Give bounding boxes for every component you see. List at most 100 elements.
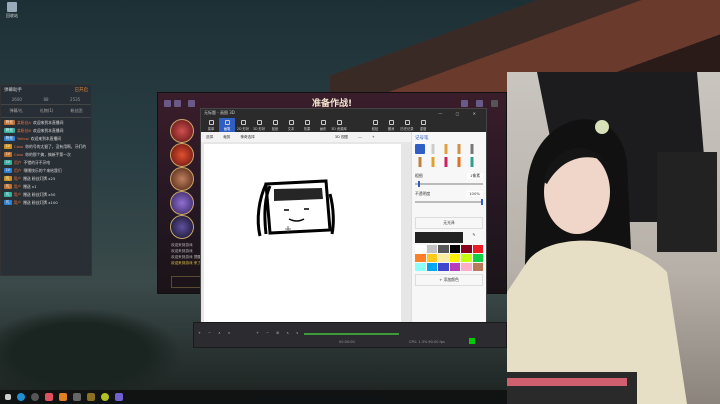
thickness-input[interactable]: 1像素: [466, 173, 483, 179]
ribbon-button-9[interactable]: 粘贴: [367, 118, 383, 132]
add-color-button[interactable]: + 添加颜色: [415, 274, 483, 286]
opacity-input[interactable]: 100%: [466, 191, 483, 197]
crop-tool[interactable]: 裁剪: [223, 135, 230, 140]
color-swatch[interactable]: [415, 254, 426, 262]
ribbon-button-11[interactable]: 历史记录: [399, 118, 415, 132]
tab-danmaku[interactable]: 弹幕/礼: [9, 108, 22, 114]
champion-portrait[interactable]: [170, 167, 194, 191]
champion-portrait[interactable]: [170, 119, 194, 143]
current-color-swatch[interactable]: [415, 232, 463, 243]
eyedropper-icon[interactable]: ✎: [465, 232, 483, 243]
opacity-slider[interactable]: [415, 199, 483, 205]
ribbon-button-2[interactable]: 2D 形状: [235, 118, 251, 132]
username[interactable]: 用户: [14, 176, 22, 181]
chat-message: 礼用户 赠送 粉丝灯牌 x100: [1, 198, 91, 206]
ribbon-button-12[interactable]: 重做: [415, 118, 431, 132]
start-icon[interactable]: [5, 394, 11, 400]
username[interactable]: 用户: [14, 168, 22, 173]
app-icon[interactable]: [87, 393, 95, 401]
color-swatch[interactable]: [461, 263, 472, 271]
color-swatch[interactable]: [472, 245, 483, 253]
color-swatch[interactable]: [426, 245, 437, 253]
color-swatch[interactable]: [449, 254, 460, 262]
tab-fans[interactable]: 粉丝团: [70, 108, 82, 114]
color-swatch[interactable]: [461, 254, 472, 262]
color-swatch[interactable]: [415, 263, 426, 271]
color-swatch[interactable]: [415, 245, 426, 253]
app-icon[interactable]: [101, 393, 109, 401]
game-chat-input[interactable]: [171, 276, 201, 288]
username[interactable]: Caso: [14, 144, 23, 149]
ribbon-button-6[interactable]: 效果: [299, 118, 315, 132]
window-controls[interactable]: — ▢ ✕: [438, 111, 486, 116]
brush-tool-6[interactable]: [428, 157, 438, 167]
username[interactable]: 某粉丝B: [17, 128, 31, 133]
champion-portrait[interactable]: [170, 143, 194, 167]
brush-tool-3[interactable]: [454, 144, 464, 154]
ribbon-button-8[interactable]: 3D 资源库: [331, 118, 347, 132]
color-swatch[interactable]: [472, 254, 483, 262]
obs-icon[interactable]: [31, 393, 39, 401]
color-swatch[interactable]: [438, 245, 449, 253]
chat-status[interactable]: 已开启: [75, 87, 89, 93]
user-badge: LV: [4, 159, 12, 165]
ribbon-button-10[interactable]: 撤消: [383, 118, 399, 132]
app-icon[interactable]: [45, 393, 53, 401]
ribbon-button-1[interactable]: 画笔: [219, 118, 235, 132]
ribbon-button-3[interactable]: 3D 形状: [251, 118, 267, 132]
color-swatch[interactable]: [449, 263, 460, 271]
champion-portrait[interactable]: [170, 191, 194, 215]
drawing-canvas[interactable]: [204, 144, 401, 322]
username[interactable]: 用户: [14, 200, 22, 205]
ribbon-button-7[interactable]: 画布: [315, 118, 331, 132]
color-swatch[interactable]: [438, 263, 449, 271]
message-text: 欢迎来到本直播间: [33, 119, 64, 125]
ribbon-button-5[interactable]: 文本: [283, 118, 299, 132]
stat-fans: 88: [43, 97, 49, 102]
3d-view-toggle[interactable]: 3D 视图: [335, 135, 348, 140]
color-swatch[interactable]: [438, 254, 449, 262]
brush-tool-9[interactable]: [467, 157, 477, 167]
color-swatch[interactable]: [426, 254, 437, 262]
brush-tool-2[interactable]: [441, 144, 451, 154]
source-controls[interactable]: + − ⚙ ∧ ∨: [256, 331, 302, 335]
username[interactable]: Caso: [14, 152, 23, 157]
app-icon[interactable]: [59, 393, 67, 401]
champion-portrait[interactable]: [170, 215, 194, 239]
username[interactable]: 用户: [14, 192, 22, 197]
edge-icon[interactable]: [17, 393, 25, 401]
username[interactable]: Yellow: [17, 136, 29, 141]
brush-tool-1[interactable]: [428, 144, 438, 154]
magic-select-tool[interactable]: 神奇选择: [240, 135, 254, 140]
finish-dropdown[interactable]: 无光泽: [415, 217, 483, 229]
brush-tool-4[interactable]: [467, 144, 477, 154]
zoom-in-button[interactable]: +: [372, 135, 375, 139]
username[interactable]: 某粉丝A: [17, 120, 31, 125]
select-tool[interactable]: 选择: [206, 135, 213, 140]
ribbon-button-4[interactable]: 贴纸: [267, 118, 283, 132]
username[interactable]: 用户: [14, 184, 22, 189]
game-client-icon[interactable]: [73, 393, 81, 401]
obs-time: 00:00:00: [339, 340, 355, 344]
color-swatch[interactable]: [449, 245, 460, 253]
item-icon: [164, 100, 171, 107]
color-swatch[interactable]: [461, 245, 472, 253]
scene-controls[interactable]: + − ∧ ∨: [198, 331, 233, 335]
color-swatch[interactable]: [472, 263, 483, 271]
color-swatch[interactable]: [426, 263, 437, 271]
brush-tool-8[interactable]: [454, 157, 464, 167]
brush-tool-5[interactable]: [415, 157, 425, 167]
tab-gifts[interactable]: 礼物(1): [40, 108, 54, 114]
chat-message: 礼用户 赠送 粉丝灯牌 x50: [1, 190, 91, 198]
thickness-slider[interactable]: [415, 181, 483, 187]
stream-health-indicator: [469, 338, 475, 344]
recycle-bin-shortcut[interactable]: 回收站: [3, 2, 21, 19]
zoom-out-button[interactable]: —: [358, 135, 362, 139]
paint3d-icon[interactable]: [115, 393, 123, 401]
brush-tool-7[interactable]: [441, 157, 451, 167]
brush-tool-0[interactable]: [415, 144, 425, 154]
username[interactable]: 用户: [14, 160, 22, 165]
message-text: 你的号的太狠了，没有用啊，牙们的: [25, 143, 86, 149]
ribbon-button-0[interactable]: 菜单: [203, 118, 219, 132]
ribbon-label: 画布: [319, 127, 327, 131]
